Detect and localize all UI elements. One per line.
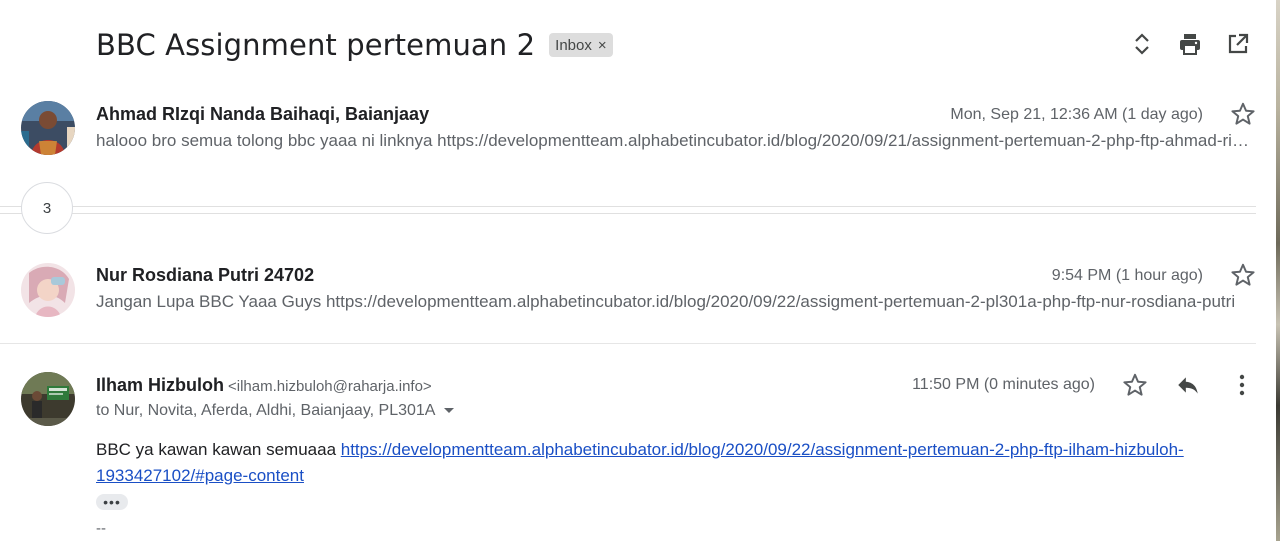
inbox-label-chip[interactable]: Inbox × (549, 33, 613, 57)
avatar (21, 101, 75, 155)
star-icon (1231, 263, 1255, 286)
sender-email: <ilham.hizbuloh@raharja.info> (228, 378, 432, 395)
show-trimmed-content-button[interactable]: ••• (96, 494, 128, 510)
open-in-new-window-icon (1228, 33, 1249, 54)
message-body: BBC ya kawan kawan semuaaa https://devel… (96, 437, 1246, 489)
expand-collapse-icon (1135, 33, 1149, 55)
message-time: 11:50 PM (0 minutes ago) (912, 376, 1095, 393)
avatar (21, 263, 75, 317)
star-button[interactable] (1230, 101, 1256, 127)
message-time: Mon, Sep 21, 12:36 AM (1 day ago) (950, 106, 1203, 123)
background-strip (1276, 0, 1280, 541)
thread-toolbar (1130, 28, 1250, 60)
sender-header: Ilham Hizbuloh <ilham.hizbuloh@raharja.in… (96, 375, 432, 396)
message-snippet: Jangan Lupa BBC Yaaa Guys https://develo… (96, 292, 1236, 311)
recipients-text: to Nur, Novita, Aferda, Aldhi, Baianjaay… (96, 402, 436, 419)
window-edge (1256, 0, 1280, 541)
collapsed-messages-bar[interactable] (0, 206, 1256, 214)
sender-photo (21, 263, 75, 317)
recipients-line[interactable]: to Nur, Novita, Aferda, Aldhi, Baianjaay… (96, 402, 455, 420)
star-icon (1231, 102, 1255, 125)
print-all-button[interactable] (1178, 28, 1202, 60)
expand-all-button[interactable] (1130, 28, 1154, 60)
message-snippet: halooo bro semua tolong bbc yaaa ni link… (96, 131, 1252, 150)
sender-name: Ahmad RIzqi Nanda Baihaqi, Baianjaay (96, 104, 430, 124)
body-text: BBC ya kawan kawan semuaaa (96, 440, 341, 459)
message-time: 9:54 PM (1 hour ago) (1051, 267, 1203, 284)
message-divider (0, 343, 1256, 344)
signature-separator: -- (96, 520, 106, 537)
more-vertical-icon (1239, 374, 1245, 396)
open-in-new-window-button[interactable] (1226, 28, 1250, 60)
thread-subject-row: BBC Assignment pertemuan 2 Inbox × (96, 26, 613, 64)
avatar (21, 372, 75, 426)
sender-photo (21, 101, 75, 155)
more-options-button[interactable] (1230, 372, 1254, 398)
sender-photo (21, 372, 75, 426)
print-icon (1180, 34, 1200, 55)
sender-name: Ilham Hizbuloh (96, 375, 224, 395)
thread-subject: BBC Assignment pertemuan 2 (96, 28, 536, 62)
star-button[interactable] (1230, 262, 1256, 288)
reply-icon (1178, 377, 1198, 394)
star-button[interactable] (1122, 372, 1148, 398)
label-text: Inbox (555, 36, 592, 54)
sender-name: Nur Rosdiana Putri 24702 (96, 265, 315, 285)
reply-button[interactable] (1175, 372, 1201, 398)
collapsed-messages-count[interactable]: 3 (21, 182, 73, 234)
remove-label-icon[interactable]: × (598, 37, 607, 54)
star-icon (1123, 373, 1147, 396)
chevron-down-icon[interactable] (443, 407, 455, 415)
